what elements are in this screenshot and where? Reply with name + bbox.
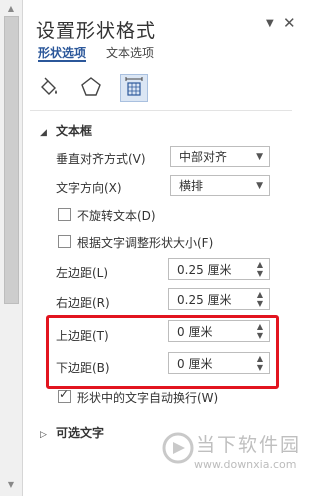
spin-arrows-icon[interactable]: ▲ ▼ (255, 290, 265, 308)
scroll-down-icon[interactable]: ▼ (4, 480, 18, 490)
vertical-align-value: 中部对齐 (179, 150, 228, 164)
section-alt-text-title: 可选文字 (56, 426, 105, 440)
effects-icon[interactable] (78, 74, 104, 100)
wrap-text-label: 形状中的文字自动换行(W) (77, 391, 219, 405)
autofit-checkbox-row[interactable]: 根据文字调整形状大小(F) (58, 234, 213, 251)
scroll-thumb[interactable] (4, 16, 19, 304)
close-icon[interactable]: ✕ (283, 14, 296, 32)
autofit-checkbox[interactable] (58, 235, 71, 248)
vertical-align-label: 垂直对齐方式(V) (56, 152, 146, 166)
active-tab-indicator (38, 60, 86, 62)
fill-line-icon[interactable] (36, 74, 62, 100)
text-direction-select[interactable]: 横排 ▼ (170, 175, 270, 196)
wrap-text-checkbox[interactable] (58, 387, 71, 403)
pane-title: 设置形状格式 (36, 20, 157, 42)
spin-arrows-icon[interactable]: ▲ ▼ (255, 260, 265, 278)
scroll-up-icon[interactable]: ▲ (4, 4, 18, 14)
right-margin-value: 0.25 厘米 (177, 293, 232, 307)
section-alt-text-header[interactable]: ▷ 可选文字 (40, 424, 104, 441)
no-rotate-checkbox-row[interactable]: 不旋转文本(D) (58, 207, 156, 224)
highlight-box (46, 315, 279, 389)
text-direction-label: 文字方向(X) (56, 181, 122, 195)
vertical-align-select[interactable]: 中部对齐 ▼ (170, 146, 270, 167)
category-icon-row (36, 74, 166, 102)
chevron-down-icon: ▼ (256, 181, 263, 191)
autofit-label: 根据文字调整形状大小(F) (77, 236, 214, 250)
divider (30, 110, 292, 111)
right-margin-spinner[interactable]: 0.25 厘米 ▲ ▼ (168, 288, 270, 310)
section-textbox-header[interactable]: ◢ 文本框 (40, 122, 92, 139)
tab-shape-options[interactable]: 形状选项 (38, 44, 86, 61)
expand-caret-icon: ▷ (40, 430, 47, 440)
text-direction-value: 横排 (179, 179, 204, 193)
left-margin-label: 左边距(L) (56, 266, 109, 280)
watermark-logo-icon (162, 432, 194, 464)
tab-text-options[interactable]: 文本选项 (106, 44, 154, 61)
left-margin-value: 0.25 厘米 (177, 263, 232, 277)
size-properties-icon[interactable] (120, 74, 148, 102)
no-rotate-label: 不旋转文本(D) (77, 209, 156, 223)
watermark-text: 当下软件园 (196, 434, 302, 456)
scrollbar[interactable]: ▲ ▼ (0, 0, 23, 496)
right-margin-label: 右边距(R) (56, 296, 110, 310)
collapse-caret-icon: ◢ (40, 128, 47, 138)
wrap-text-checkbox-row[interactable]: 形状中的文字自动换行(W) (58, 387, 219, 406)
chevron-down-icon: ▼ (256, 152, 263, 162)
pane-options-chevron-icon[interactable]: ▼ (266, 18, 274, 29)
left-margin-spinner[interactable]: 0.25 厘米 ▲ ▼ (168, 258, 270, 280)
section-textbox-title: 文本框 (56, 124, 93, 138)
no-rotate-checkbox[interactable] (58, 208, 71, 221)
watermark-url: www.downxia.com (194, 458, 297, 471)
